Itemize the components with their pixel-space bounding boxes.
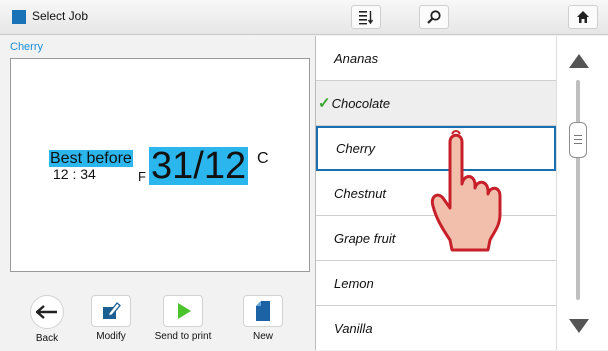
preview-c-text: C [257, 150, 269, 167]
scrollbar[interactable] [556, 36, 608, 350]
label-preview: Best before 12 : 34 F 31/12 C [10, 58, 310, 272]
search-button[interactable] [419, 5, 449, 29]
modify-label: Modify [96, 331, 126, 342]
list-item[interactable]: ✓ Chocolate [316, 81, 556, 126]
action-bar: Back Modify Send to print New [0, 287, 316, 351]
back-arrow-icon [36, 305, 57, 319]
list-item-label: Vanilla [334, 321, 373, 336]
scroll-down-icon[interactable] [569, 319, 589, 333]
page-title: Select Job [32, 9, 89, 23]
home-icon [577, 11, 589, 23]
preview-time-text: 12 : 34 [53, 166, 96, 182]
preview-best-before-text: Best before [49, 150, 133, 167]
search-icon [427, 10, 441, 24]
app-icon [12, 10, 26, 24]
new-label: New [252, 331, 273, 342]
home-button[interactable] [568, 5, 598, 29]
scroll-track[interactable] [576, 80, 580, 300]
back-label: Back [35, 333, 59, 344]
list-item[interactable]: Vanilla [316, 306, 556, 351]
list-item-label: Chestnut [334, 185, 387, 201]
list-item[interactable]: Ananas [316, 36, 556, 81]
list-item-label: Grape fruit [334, 230, 396, 246]
sort-button[interactable] [351, 5, 381, 29]
modify-button[interactable]: Modify [80, 295, 142, 342]
scroll-up-icon[interactable] [569, 54, 589, 68]
top-bar: Select Job [0, 0, 608, 35]
list-item-label: Chocolate [331, 95, 391, 111]
preview-f-text: F [138, 169, 146, 184]
pointing-hand-icon [430, 130, 502, 252]
play-icon [178, 303, 191, 319]
new-button[interactable]: New [232, 295, 294, 342]
back-button[interactable]: Back [16, 295, 78, 344]
sort-list-icon [359, 11, 374, 25]
send-to-print-button[interactable]: Send to print [152, 295, 214, 342]
scroll-thumb[interactable] [569, 122, 587, 158]
selected-job-name: Cherry [10, 41, 44, 53]
edit-icon [103, 302, 121, 319]
list-item-label: Lemon [334, 275, 374, 291]
list-item-label: Ananas [334, 50, 379, 66]
checkmark-icon: ✓ [318, 95, 331, 112]
list-item[interactable]: Lemon [316, 261, 556, 306]
preview-date-text: 31/12 [149, 145, 249, 187]
new-document-icon [256, 301, 270, 321]
list-item-label: Cherry [336, 141, 376, 156]
send-to-print-label: Send to print [154, 331, 212, 342]
